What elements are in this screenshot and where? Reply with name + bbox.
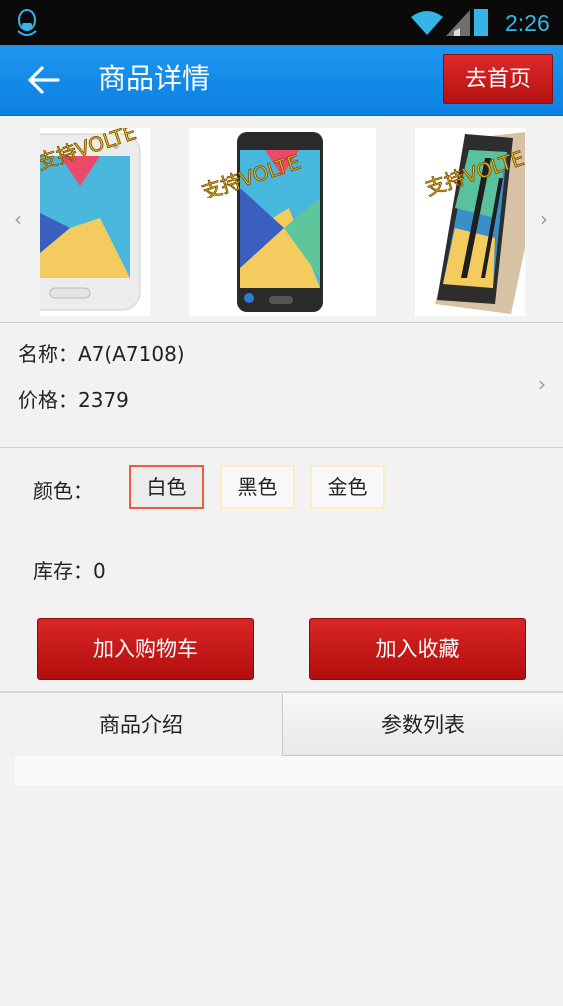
signal-icon [446, 10, 470, 36]
app-screen: 2:26 商品详情 去首页 ‹ 支持VOLTE 支持VOLTE 支持VOLTE … [0, 0, 563, 1006]
color-label: 颜色： [33, 479, 93, 503]
qq-notification-icon [17, 9, 37, 36]
color-option-white[interactable]: 白色 [129, 465, 204, 509]
product-image-3[interactable]: 支持VOLTE [415, 128, 525, 316]
chevron-right-icon[interactable]: › [538, 372, 546, 396]
volte-badge: 支持VOLTE [40, 128, 139, 175]
volte-badge-text: 支持VOLTE [199, 150, 304, 198]
product-info[interactable]: 名称：A7(A7108) 价格：2379 › [0, 322, 563, 448]
product-image-2[interactable]: 支持VOLTE [189, 128, 376, 316]
battery-icon [474, 9, 488, 36]
tab-product-intro[interactable]: 商品介绍 [0, 694, 282, 756]
status-bar: 2:26 [0, 0, 563, 45]
volte-badge: 支持VOLTE [422, 146, 525, 198]
volte-badge: 支持VOLTE [198, 149, 304, 198]
color-option-gold[interactable]: 金色 [310, 465, 385, 509]
volte-badge-text: 支持VOLTE [422, 146, 525, 198]
chevron-right-icon[interactable]: › [540, 209, 548, 229]
tabs-divider [0, 691, 563, 693]
back-arrow-icon[interactable] [26, 64, 62, 96]
product-name: 名称：A7(A7108) [18, 342, 185, 366]
tab-parameters[interactable]: 参数列表 [282, 694, 563, 756]
product-price: 价格：2379 [18, 388, 129, 412]
product-image-gallery[interactable]: ‹ 支持VOLTE 支持VOLTE 支持VOLTE › [0, 116, 563, 323]
wifi-icon [411, 11, 443, 35]
add-to-cart-button[interactable]: 加入购物车 [37, 618, 254, 680]
status-time: 2:26 [505, 10, 550, 36]
tab-content [15, 756, 563, 786]
stock-label: 库存：0 [33, 559, 106, 583]
add-favorite-button[interactable]: 加入收藏 [309, 618, 526, 680]
chevron-left-icon[interactable]: ‹ [14, 209, 22, 229]
product-image-1[interactable]: 支持VOLTE [40, 128, 150, 316]
volte-badge-text: 支持VOLTE [40, 128, 139, 175]
color-option-black[interactable]: 黑色 [220, 465, 295, 509]
home-button[interactable]: 去首页 [443, 54, 553, 104]
page-title: 商品详情 [98, 62, 211, 95]
title-bar: 商品详情 去首页 [0, 45, 563, 116]
